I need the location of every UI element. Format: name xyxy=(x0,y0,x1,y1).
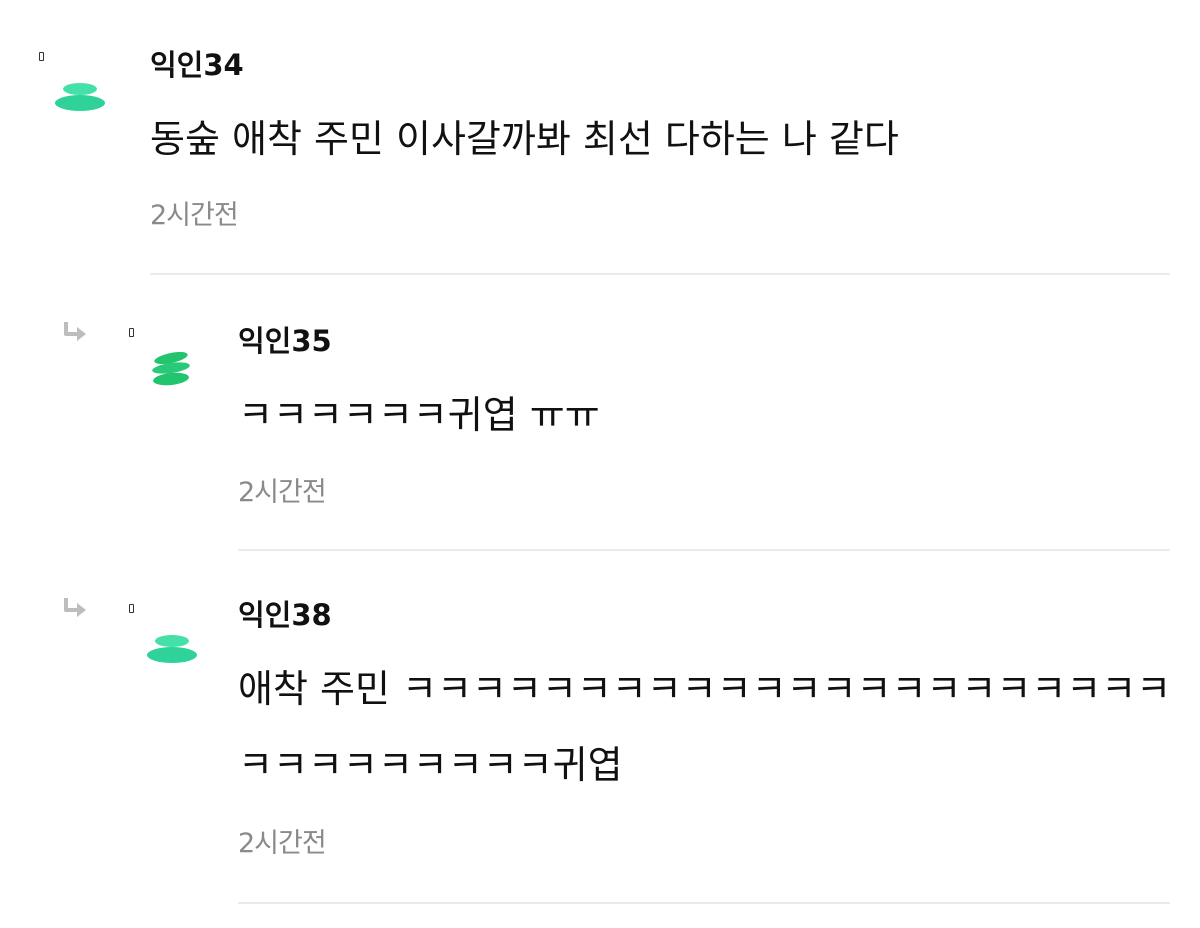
missing-glyph-icon xyxy=(129,604,134,613)
reply-divider xyxy=(238,549,1170,551)
comment-text: 동숲 애착 주민 이사갈까봐 최선 다하는 나 같다 xyxy=(150,117,899,161)
reply-divider xyxy=(238,902,1170,904)
avatar-icon xyxy=(55,83,105,111)
reply-arrow-icon xyxy=(64,598,86,617)
reply-item: 익인35 ㅋㅋㅋㅋㅋㅋ귀엽 ㅠㅠ 2시간전 xyxy=(0,276,1200,552)
reply-time: 2시간전 xyxy=(238,828,327,859)
comment-time: 2시간전 xyxy=(150,200,239,231)
reply-author[interactable]: 익인38 xyxy=(238,598,332,632)
reply-text-line-1: 애착 주민 ㅋㅋㅋㅋㅋㅋㅋㅋㅋㅋㅋㅋㅋㅋㅋㅋㅋㅋㅋㅋㅋㅋ xyxy=(238,667,1172,711)
comment-author[interactable]: 익인34 xyxy=(150,48,244,82)
avatar-icon xyxy=(147,635,197,663)
comment-item: 익인34 동숲 애착 주민 이사갈까봐 최선 다하는 나 같다 2시간전 xyxy=(0,0,1200,276)
missing-glyph-icon xyxy=(129,328,134,337)
avatar-icon xyxy=(152,351,190,386)
comment-divider xyxy=(150,273,1170,275)
reply-author[interactable]: 익인35 xyxy=(238,324,332,358)
missing-glyph-icon xyxy=(39,52,44,61)
reply-time: 2시간전 xyxy=(238,477,327,508)
reply-text: ㅋㅋㅋㅋㅋㅋ귀엽 ㅠㅠ xyxy=(238,393,600,437)
reply-text-line-2: ㅋㅋㅋㅋㅋㅋㅋㅋㅋ귀엽 xyxy=(238,743,623,787)
reply-item: 익인38 애착 주민 ㅋㅋㅋㅋㅋㅋㅋㅋㅋㅋㅋㅋㅋㅋㅋㅋㅋㅋㅋㅋㅋㅋ ㅋㅋㅋㅋㅋㅋ… xyxy=(0,552,1200,928)
reply-arrow-icon xyxy=(64,322,86,341)
